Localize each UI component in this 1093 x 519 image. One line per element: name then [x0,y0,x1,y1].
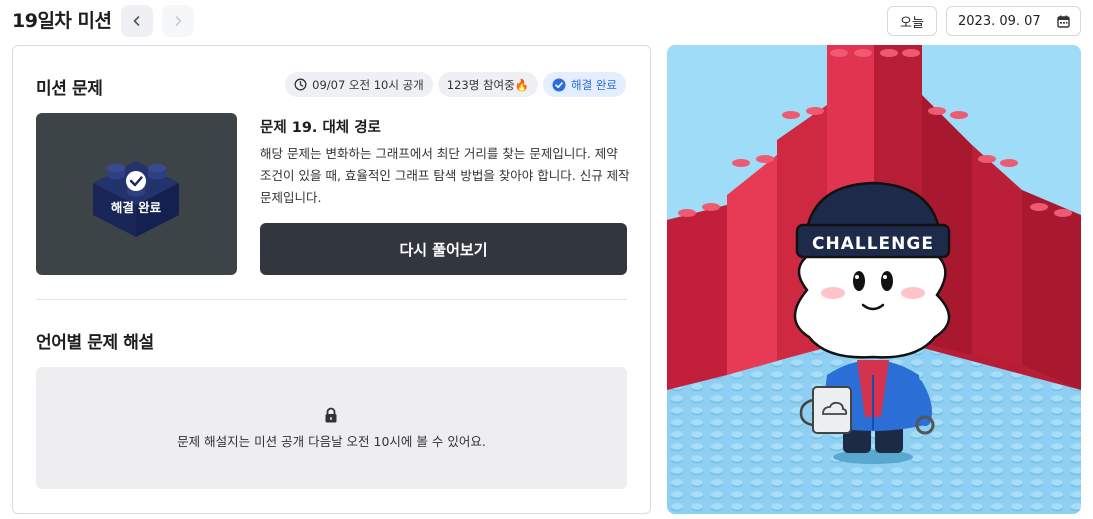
challenge-illustration: CHALLENGE [667,45,1081,514]
challenge-character-image: CHALLENGE [667,45,1081,514]
participants-badge: 123명 참여중🔥 [437,72,539,97]
retry-button[interactable]: 다시 풀어보기 [260,223,627,275]
date-value: 2023. 09. 07 [958,14,1041,29]
clock-icon [294,78,307,91]
page-header: 19일차 미션 오늘 2023. 09. 07 [0,0,1093,40]
check-circle-icon [552,78,566,91]
locked-solution-panel: 문제 해설지는 미션 공개 다음날 오전 10시에 볼 수 있어요. [36,367,627,489]
hat-text: CHALLENGE [812,234,934,254]
mission-badges: 09/07 오전 10시 공개 123명 참여중🔥 해결 완료 [285,72,626,97]
problem-title: 문제 19. 대체 경로 [260,120,381,136]
page-title: 19일차 미션 [12,10,112,32]
thumbnail-status-label: 해결 완료 [111,200,162,215]
mission-section-title: 미션 문제 [36,79,103,99]
lock-icon [325,407,337,423]
open-time-text: 09/07 오전 10시 공개 [312,77,424,92]
status-text: 해결 완료 [571,77,617,92]
problem-thumbnail: 해결 완료 [36,113,237,275]
today-button[interactable]: 오늘 [887,6,937,36]
chevron-left-icon [133,16,140,26]
chevron-right-icon [175,16,182,26]
status-badge: 해결 완료 [543,72,626,97]
calendar-icon [1057,15,1070,28]
next-day-button[interactable] [162,5,194,37]
solved-brick-icon: 해결 완료 [93,161,179,237]
prev-day-button[interactable] [121,5,153,37]
solutions-section-title: 언어별 문제 해설 [36,333,154,353]
open-time-badge: 09/07 오전 10시 공개 [285,72,433,97]
date-picker[interactable]: 2023. 09. 07 [946,6,1081,36]
section-divider [36,299,627,300]
locked-message: 문제 해설지는 미션 공개 다음날 오전 10시에 볼 수 있어요. [177,434,486,449]
problem-description: 해당 문제는 변화하는 그래프에서 최단 거리를 찾는 문제입니다. 제약 조건… [260,146,630,205]
mission-card: 미션 문제 09/07 오전 10시 공개 123명 참여중🔥 해결 완료 해결… [12,45,651,514]
